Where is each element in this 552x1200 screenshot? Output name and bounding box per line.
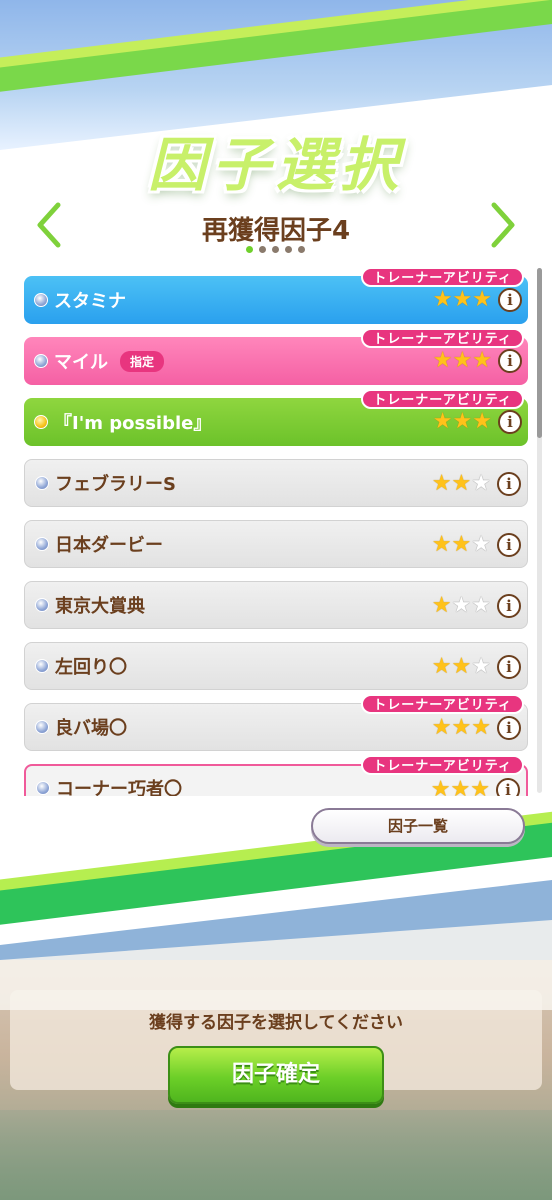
confirm-factor-button[interactable]: 因子確定 (168, 1046, 384, 1104)
trainer-ability-tag: トレーナーアビリティ (361, 694, 524, 714)
star-filled-icon: ★ (432, 287, 453, 312)
star-filled-icon: ★ (451, 715, 472, 740)
factor-name: フェブラリーS (55, 474, 176, 495)
bottom-fade (0, 1110, 552, 1200)
star-empty-icon: ★ (451, 593, 472, 618)
info-icon[interactable]: i (498, 349, 522, 373)
star-filled-icon: ★ (451, 532, 472, 557)
star-empty-icon: ★ (471, 593, 491, 618)
page-dot[interactable] (298, 246, 305, 253)
screen-title: 因子選択 (147, 131, 404, 199)
scrollbar-thumb[interactable] (537, 268, 542, 438)
star-rating: ★ ★ ★ (433, 289, 492, 311)
factor-row-body[interactable]: フェブラリーS ★ ★ ★ i (24, 459, 528, 507)
info-icon[interactable]: i (498, 288, 522, 312)
star-rating: ★ ★ ★ (432, 717, 491, 739)
factor-name: スタミナ (54, 291, 126, 312)
page-indicator (246, 246, 305, 253)
star-filled-icon: ★ (450, 777, 471, 797)
factor-name: コーナー巧者〇 (56, 779, 182, 796)
trainer-ability-tag: トレーナーアビリティ (361, 328, 524, 348)
info-icon[interactable]: i (497, 533, 521, 557)
factor-row[interactable]: コーナー巧者〇 ★ ★ ★ i トレーナーアビリティ (24, 752, 530, 796)
star-empty-icon: ★ (471, 654, 491, 679)
star-filled-icon: ★ (472, 409, 492, 434)
info-icon[interactable]: i (496, 778, 520, 796)
star-filled-icon: ★ (451, 471, 472, 496)
factor-set-title: 再獲得因子4 (201, 216, 351, 246)
star-filled-icon: ★ (471, 715, 491, 740)
factor-row-body[interactable]: 左回り〇 ★ ★ ★ i (24, 642, 528, 690)
factor-gem-icon (35, 598, 49, 612)
factor-list-button[interactable]: 因子一覧 (311, 808, 525, 844)
star-filled-icon: ★ (431, 471, 452, 496)
trainer-ability-tag: トレーナーアビリティ (361, 755, 524, 775)
factor-row-body[interactable]: 日本ダービー ★ ★ ★ i (24, 520, 528, 568)
instruction-text: 獲得する因子を選択してください (149, 1013, 403, 1033)
factor-gem-icon (35, 476, 49, 490)
factor-row[interactable]: スタミナ ★ ★ ★ i トレーナーアビリティ (24, 264, 530, 324)
star-rating: ★ ★ ★ (432, 656, 491, 678)
star-filled-icon: ★ (470, 777, 490, 797)
factor-name: マイル (54, 352, 108, 373)
factor-gem-icon (36, 781, 50, 795)
factor-row[interactable]: フェブラリーS ★ ★ ★ i (24, 447, 530, 507)
info-icon[interactable]: i (498, 410, 522, 434)
factor-gem-icon (35, 720, 49, 734)
star-filled-icon: ★ (472, 287, 492, 312)
factor-name: 日本ダービー (55, 535, 163, 556)
star-filled-icon: ★ (432, 409, 453, 434)
factor-gem-icon (34, 415, 48, 429)
trainer-ability-tag: トレーナーアビリティ (361, 267, 524, 287)
factor-name: 左回り〇 (55, 657, 127, 678)
star-filled-icon: ★ (452, 409, 473, 434)
chevron-right-icon[interactable] (486, 200, 520, 250)
factor-row[interactable]: 日本ダービー ★ ★ ★ i (24, 508, 530, 568)
factor-name: 『I'm possible』 (54, 413, 212, 434)
info-icon[interactable]: i (497, 716, 521, 740)
star-rating: ★ ★ ★ (430, 777, 490, 797)
page-dot[interactable] (259, 246, 266, 253)
page-dot[interactable] (246, 246, 253, 253)
factor-list: スタミナ ★ ★ ★ i トレーナーアビリティ マイル 指定 ★ ★ ★ i トレーナーアビリティ 『I'… (24, 264, 530, 796)
factor-row[interactable]: マイル 指定 ★ ★ ★ i トレーナーアビリティ (24, 325, 530, 385)
factor-row-body[interactable]: 東京大賞典 ★ ★ ★ i (24, 581, 528, 629)
info-icon[interactable]: i (497, 472, 521, 496)
star-rating: ★ ★ ★ (432, 595, 491, 617)
factor-gem-icon (35, 659, 49, 673)
star-rating: ★ ★ ★ (432, 473, 491, 495)
factor-row[interactable]: 『I'm possible』 ★ ★ ★ i トレーナーアビリティ (24, 386, 530, 446)
star-rating: ★ ★ ★ (432, 534, 491, 556)
factor-gem-icon (35, 537, 49, 551)
factor-gem-icon (34, 293, 48, 307)
star-filled-icon: ★ (432, 348, 453, 373)
star-rating: ★ ★ ★ (433, 350, 492, 372)
trainer-ability-tag: トレーナーアビリティ (361, 389, 524, 409)
info-icon[interactable]: i (497, 655, 521, 679)
factor-gem-icon (34, 354, 48, 368)
factor-row[interactable]: 左回り〇 ★ ★ ★ i (24, 630, 530, 690)
star-filled-icon: ★ (431, 715, 452, 740)
factor-row[interactable]: 良バ場〇 ★ ★ ★ i トレーナーアビリティ (24, 691, 530, 751)
factor-row[interactable]: 東京大賞典 ★ ★ ★ i (24, 569, 530, 629)
star-filled-icon: ★ (431, 654, 452, 679)
star-filled-icon: ★ (451, 654, 472, 679)
page-dot[interactable] (272, 246, 279, 253)
factor-name: 良バ場〇 (55, 718, 127, 739)
star-empty-icon: ★ (471, 471, 491, 496)
star-filled-icon: ★ (431, 593, 452, 618)
star-filled-icon: ★ (452, 287, 473, 312)
star-filled-icon: ★ (430, 777, 451, 797)
star-filled-icon: ★ (472, 348, 492, 373)
info-icon[interactable]: i (497, 594, 521, 618)
star-filled-icon: ★ (431, 532, 452, 557)
star-rating: ★ ★ ★ (433, 411, 492, 433)
star-empty-icon: ★ (471, 532, 491, 557)
star-filled-icon: ★ (452, 348, 473, 373)
designated-badge: 指定 (120, 350, 165, 372)
page-dot[interactable] (285, 246, 292, 253)
factor-name: 東京大賞典 (55, 596, 145, 617)
